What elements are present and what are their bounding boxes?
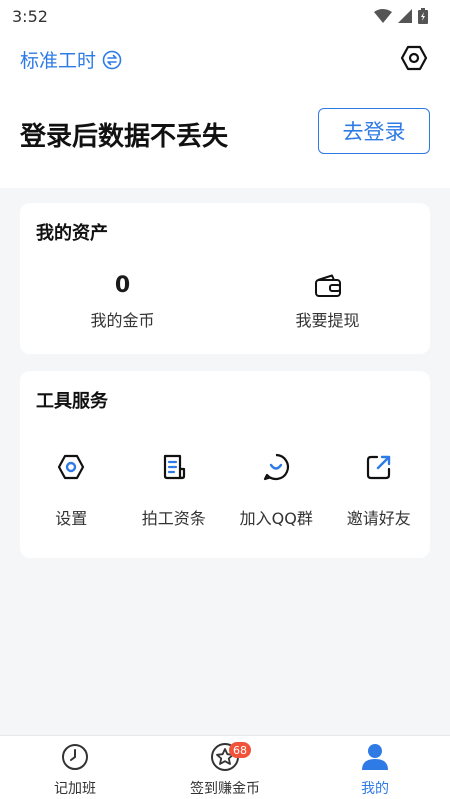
login-button[interactable]: 去登录 (318, 108, 430, 154)
tool-settings-icon-wrap (55, 451, 87, 483)
system-icons (374, 8, 428, 24)
tab-overtime-label: 记加班 (54, 781, 96, 797)
wallet-icon-wrap (314, 271, 342, 301)
coins-label: 我的金币 (90, 311, 155, 330)
status-bar: 3:52 (0, 0, 450, 32)
tab-overtime-icon-wrap (60, 742, 90, 772)
tool-invite-label: 邀请好友 (346, 509, 411, 528)
gear-icon (58, 454, 85, 480)
status-time: 3:52 (12, 6, 48, 26)
wifi-icon (374, 9, 392, 23)
withdraw-button[interactable]: 我要提现 (225, 271, 430, 331)
settings-button[interactable] (398, 42, 430, 74)
wallet-icon (314, 274, 341, 297)
tool-invite-icon-wrap (363, 451, 395, 483)
my-coins[interactable]: 0 我的金币 (20, 271, 225, 331)
assets-card: 我的资产 0 我的金币 我要提现 (20, 203, 430, 354)
tool-qq-label: 加入QQ群 (239, 509, 313, 528)
tool-invite-friends[interactable]: 邀请好友 (328, 451, 431, 529)
user-icon (362, 744, 388, 770)
checkin-badge: 68 (229, 742, 251, 758)
tools-title: 工具服务 (36, 391, 108, 412)
tools-row: 设置 拍工资条 加入QQ群 邀请好友 (20, 451, 430, 529)
login-prompt-text: 登录后数据不丢失 (20, 122, 229, 152)
chat-smile-icon (264, 453, 290, 481)
gear-icon (400, 45, 428, 71)
swap-icon (102, 50, 122, 69)
tab-mine-icon-wrap (360, 742, 390, 772)
work-mode-label: 标准工时 (20, 50, 97, 72)
tool-settings[interactable]: 设置 (20, 451, 123, 529)
signal-icon (398, 9, 412, 23)
tools-card: 工具服务 设置 拍工资条 加入QQ群 邀请好友 (20, 371, 430, 558)
tab-mine[interactable]: 我的 (300, 736, 450, 799)
clock-icon (62, 744, 88, 770)
tool-settings-label: 设置 (55, 509, 88, 528)
tool-payslip-icon-wrap (158, 451, 190, 483)
assets-title: 我的资产 (36, 223, 108, 244)
battery-icon (418, 8, 428, 24)
tool-qq-icon-wrap (260, 451, 292, 483)
withdraw-label: 我要提现 (295, 311, 360, 330)
tool-payslip-label: 拍工资条 (141, 509, 206, 528)
work-mode-selector[interactable]: 标准工时 (20, 46, 122, 73)
tab-overtime[interactable]: 记加班 (0, 736, 150, 799)
tool-payslip[interactable]: 拍工资条 (123, 451, 226, 529)
bottom-tab-bar: 记加班 签到赚金币 我的 68 (0, 735, 450, 799)
tool-join-qq-group[interactable]: 加入QQ群 (225, 451, 328, 529)
coins-value: 0 (114, 273, 131, 298)
receipt-icon (163, 454, 185, 480)
tab-checkin[interactable]: 签到赚金币 (150, 736, 300, 799)
tab-checkin-label: 签到赚金币 (190, 781, 260, 797)
profile-header: 标准工时 登录后数据不丢失 去登录 (0, 32, 450, 188)
tab-mine-label: 我的 (361, 781, 389, 797)
share-icon (366, 455, 390, 480)
